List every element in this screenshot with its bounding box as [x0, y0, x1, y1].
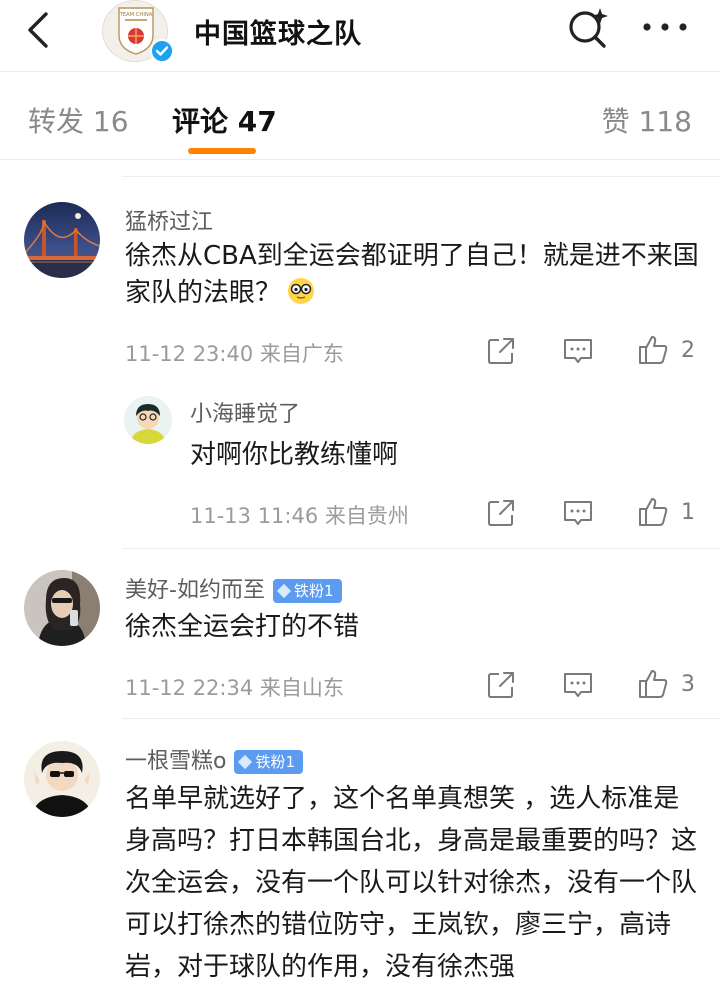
back-button[interactable]	[20, 10, 60, 50]
comment-meta: 11-12 22:34 来自山东	[125, 672, 344, 702]
comment-icon	[564, 501, 592, 525]
like-count: 1	[681, 500, 695, 525]
cartoon-avatar-icon	[24, 741, 100, 817]
avatar[interactable]	[24, 570, 100, 646]
timestamp: 11-12 22:34	[125, 676, 254, 700]
avatar[interactable]	[124, 396, 172, 444]
like-button[interactable]	[637, 496, 669, 532]
location: 来自山东	[259, 676, 344, 700]
share-icon	[488, 338, 514, 364]
reply-button[interactable]	[562, 498, 594, 532]
verified-badge	[150, 39, 174, 63]
username[interactable]: 一根雪糕o 铁粉1	[125, 743, 304, 775]
username-text: 一根雪糕o	[125, 749, 227, 774]
reply-text: 对啊你比教练懂啊	[190, 440, 399, 470]
tab-comments[interactable]: 评论 47	[172, 100, 277, 140]
divider	[122, 548, 720, 549]
comment-text: 徐杰全运会打的不错	[125, 612, 360, 642]
portrait-photo-icon	[24, 570, 100, 646]
comment-meta: 11-12 23:40 来自广东	[125, 338, 344, 368]
share-button[interactable]	[486, 670, 516, 704]
comment-meta: 11-13 11:46 来自贵州	[190, 500, 409, 530]
diamond-icon	[276, 583, 292, 599]
top-bar: TEAM CHINA 中国篮球之队	[0, 0, 720, 72]
username-text: 美好-如约而至	[125, 578, 265, 603]
svg-text:TEAM CHINA: TEAM CHINA	[119, 12, 153, 18]
avatar[interactable]	[24, 741, 100, 817]
timestamp: 11-12 23:40	[125, 342, 254, 366]
more-button[interactable]	[640, 12, 690, 42]
comment-body: 徐杰从CBA到全运会都证明了自己！就是进不来国家队的法眼？	[125, 241, 699, 308]
location: 来自广东	[259, 342, 344, 366]
thumbs-up-icon	[639, 336, 668, 364]
cartoon-avatar-icon	[124, 396, 172, 444]
more-dots-icon	[643, 23, 687, 31]
username[interactable]: 猛桥过江	[125, 204, 213, 236]
check-icon	[155, 46, 169, 56]
thumbs-up-icon	[639, 670, 668, 698]
like-count: 2	[681, 338, 695, 363]
active-tab-indicator	[188, 148, 256, 154]
glasses-emoji-icon	[288, 278, 315, 304]
chevron-left-icon	[28, 12, 48, 48]
account-avatar[interactable]: TEAM CHINA	[102, 0, 174, 63]
like-button[interactable]	[637, 334, 669, 370]
location: 来自贵州	[324, 504, 409, 528]
timestamp: 11-13 11:46	[190, 504, 319, 528]
badge-label: 铁粉1	[255, 753, 296, 771]
fan-badge[interactable]: 铁粉1	[234, 750, 304, 774]
reply-button[interactable]	[562, 670, 594, 704]
avatar[interactable]	[24, 202, 100, 278]
tab-likes[interactable]: 赞 118	[602, 100, 692, 140]
like-count: 3	[681, 672, 695, 697]
tab-repost[interactable]: 转发 16	[28, 100, 129, 140]
comment-icon	[564, 673, 592, 697]
share-button[interactable]	[486, 336, 516, 370]
thumbs-up-icon	[639, 498, 668, 526]
search-button[interactable]	[566, 6, 610, 50]
comment-text: 徐杰从CBA到全运会都证明了自己！就是进不来国家队的法眼？	[125, 238, 700, 312]
username[interactable]: 小海睡觉了	[190, 396, 300, 428]
like-button[interactable]	[637, 668, 669, 704]
tab-bar: 转发 16 评论 47 赞 118	[0, 72, 720, 160]
bridge-photo-icon	[24, 202, 100, 278]
share-button[interactable]	[486, 498, 516, 532]
username[interactable]: 美好-如约而至 铁粉1	[125, 572, 342, 604]
diamond-icon	[238, 754, 253, 770]
page-title: 中国篮球之队	[194, 19, 362, 50]
reply-button[interactable]	[562, 336, 594, 370]
comment-icon	[564, 339, 592, 363]
share-icon	[488, 500, 514, 526]
divider	[122, 176, 720, 177]
badge-label: 铁粉1	[293, 582, 334, 600]
search-sparkle-icon	[569, 8, 608, 48]
fan-badge[interactable]: 铁粉1	[272, 579, 342, 603]
share-icon	[488, 672, 514, 698]
divider	[122, 718, 720, 719]
comment-text: 名单早就选好了，这个名单真想笑 ，选人标准是身高吗？打日本韩国台北，身高是最重要…	[125, 784, 698, 982]
